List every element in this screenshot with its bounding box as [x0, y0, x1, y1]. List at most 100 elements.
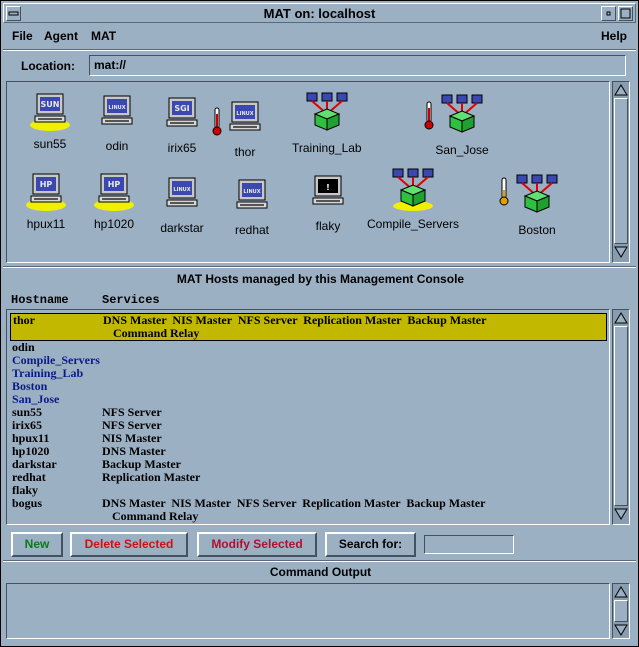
host-icon-odin[interactable]: LINUX odin	[92, 94, 142, 153]
table-row[interactable]: irix65 NFS Server	[10, 419, 607, 432]
host-icon-flaky[interactable]: ! flaky	[303, 174, 353, 233]
host-icon-label: irix65	[167, 141, 197, 155]
delete-selected-button[interactable]: Delete Selected	[70, 532, 188, 557]
host-icon-label: sun55	[33, 137, 67, 151]
icon-pane-scrollbar[interactable]	[612, 81, 630, 263]
host-icon-hpux11[interactable]: HP hpux11	[21, 172, 71, 231]
search-input[interactable]	[424, 535, 514, 554]
host-icon-pane: SUN sun55 LINUX odin SGI irix65 LINUX th…	[6, 81, 610, 263]
thermometer-icon	[424, 101, 434, 130]
table-row[interactable]: San_Jose	[10, 393, 607, 406]
table-row[interactable]: hpux11 NIS Master	[10, 432, 607, 445]
row-hostname: thor	[13, 313, 35, 327]
svg-text:LINUX: LINUX	[173, 187, 190, 193]
col-services-header[interactable]: Services	[102, 293, 160, 307]
host-icon-thor[interactable]: LINUX thor	[212, 100, 270, 159]
table-row[interactable]: Training_Lab	[10, 367, 607, 380]
main-window: MAT on: localhost File Agent MAT Help Lo…	[0, 0, 639, 647]
host-icon-redhat[interactable]: LINUX redhat	[227, 178, 277, 237]
search-label: Search for:	[325, 532, 416, 557]
thermometer-icon	[499, 177, 509, 206]
computer-icon: LINUX	[227, 178, 277, 221]
host-group-icon	[499, 174, 567, 221]
new-button[interactable]: New	[11, 532, 63, 557]
table-row[interactable]: bogus DNS Master NIS Master NFS Server Re…	[10, 497, 607, 523]
host-icon-training_lab[interactable]: Training_Lab	[292, 92, 362, 155]
menu-mat[interactable]: MAT	[91, 29, 116, 43]
host-group-icon	[297, 92, 357, 139]
button-separator	[3, 560, 636, 562]
table-row[interactable]: darkstar Backup Master	[10, 458, 607, 471]
host-group-icon	[383, 168, 443, 215]
hosts-section-title: MAT Hosts managed by this Management Con…	[176, 272, 465, 286]
host-icon-darkstar[interactable]: LINUX darkstar	[157, 176, 207, 235]
window-title: MAT on: localhost	[263, 6, 376, 21]
title-bar[interactable]: MAT on: localhost	[3, 3, 636, 23]
scroll-up-arrow-icon[interactable]	[614, 585, 628, 599]
scroll-down-arrow-icon[interactable]	[614, 245, 628, 259]
table-row[interactable]: redhat Replication Master	[10, 471, 607, 484]
host-icon-label: Compile_Servers	[367, 217, 460, 231]
menu-separator	[3, 49, 636, 51]
minimize-icon	[606, 11, 611, 16]
host-icon-sun55[interactable]: SUN sun55	[25, 92, 75, 151]
table-row[interactable]: sun55 NFS Server	[10, 406, 607, 419]
col-hostname-header[interactable]: Hostname	[11, 293, 69, 307]
maximize-icon	[620, 8, 631, 19]
host-icon-san_jose[interactable]: San_Jose	[424, 94, 492, 157]
scroll-down-arrow-icon[interactable]	[614, 507, 628, 521]
scroll-down-arrow-icon[interactable]	[614, 623, 628, 637]
row-hostname: bogus	[12, 496, 43, 510]
menu-bar: File Agent MAT Help	[3, 25, 636, 49]
svg-text:LINUX: LINUX	[243, 189, 260, 195]
table-row[interactable]: hp1020 DNS Master	[10, 445, 607, 458]
host-icon-boston[interactable]: Boston	[499, 174, 567, 237]
modify-selected-button[interactable]: Modify Selected	[197, 532, 317, 557]
table-row[interactable]: Compile_Servers	[10, 354, 607, 367]
computer-icon: LINUX	[92, 94, 142, 137]
table-row[interactable]: thor DNS Master NIS Master NFS Server Rep…	[10, 313, 607, 341]
row-services: Replication Master	[102, 470, 201, 484]
host-icon-label: odin	[105, 139, 129, 153]
location-label: Location:	[21, 59, 75, 73]
svg-text:!: !	[326, 183, 330, 192]
host-icon-irix65[interactable]: SGI irix65	[157, 96, 207, 155]
output-scroll-thumb[interactable]	[614, 600, 628, 622]
pane-separator	[3, 266, 636, 268]
host-icon-hp1020[interactable]: HP hp1020	[89, 172, 139, 231]
location-input[interactable]: mat://	[89, 55, 626, 76]
hosts-list: thor DNS Master NIS Master NFS Server Rep…	[6, 309, 610, 525]
host-icon-label: Boston	[518, 223, 556, 237]
maximize-button[interactable]	[618, 6, 633, 21]
computer-icon: LINUX	[212, 100, 270, 143]
svg-text:HP: HP	[108, 180, 121, 189]
host-icon-compile_servers[interactable]: Compile_Servers	[367, 168, 459, 231]
row-services-continued: Command Relay	[112, 509, 199, 523]
computer-icon: HP	[89, 172, 139, 215]
scroll-up-arrow-icon[interactable]	[614, 83, 628, 97]
hosts-list-scroll-thumb[interactable]	[614, 326, 628, 506]
menu-file[interactable]: File	[12, 29, 33, 43]
host-icon-label: redhat	[234, 223, 270, 237]
thermometer-icon	[212, 107, 222, 136]
menu-help[interactable]: Help	[601, 29, 627, 43]
minimize-button[interactable]	[601, 6, 616, 21]
host-group-icon	[424, 94, 492, 141]
svg-text:SGI: SGI	[174, 104, 189, 113]
alert-computer-icon: !	[303, 174, 353, 217]
svg-text:HP: HP	[40, 180, 53, 189]
output-title: Command Output	[269, 565, 372, 579]
icon-pane-scroll-thumb[interactable]	[614, 98, 628, 244]
hosts-list-scrollbar[interactable]	[612, 309, 630, 525]
row-services-continued: Command Relay	[113, 326, 200, 340]
table-row[interactable]: Boston	[10, 380, 607, 393]
computer-icon: SUN	[25, 92, 75, 135]
computer-icon: SGI	[157, 96, 207, 139]
menu-agent[interactable]: Agent	[44, 29, 78, 43]
scroll-up-arrow-icon[interactable]	[614, 311, 628, 325]
host-icon-label: darkstar	[160, 221, 204, 235]
computer-icon: HP	[21, 172, 71, 215]
output-scrollbar[interactable]	[612, 583, 630, 639]
svg-text:SUN: SUN	[41, 100, 60, 109]
host-icon-label: Training_Lab	[292, 141, 362, 155]
